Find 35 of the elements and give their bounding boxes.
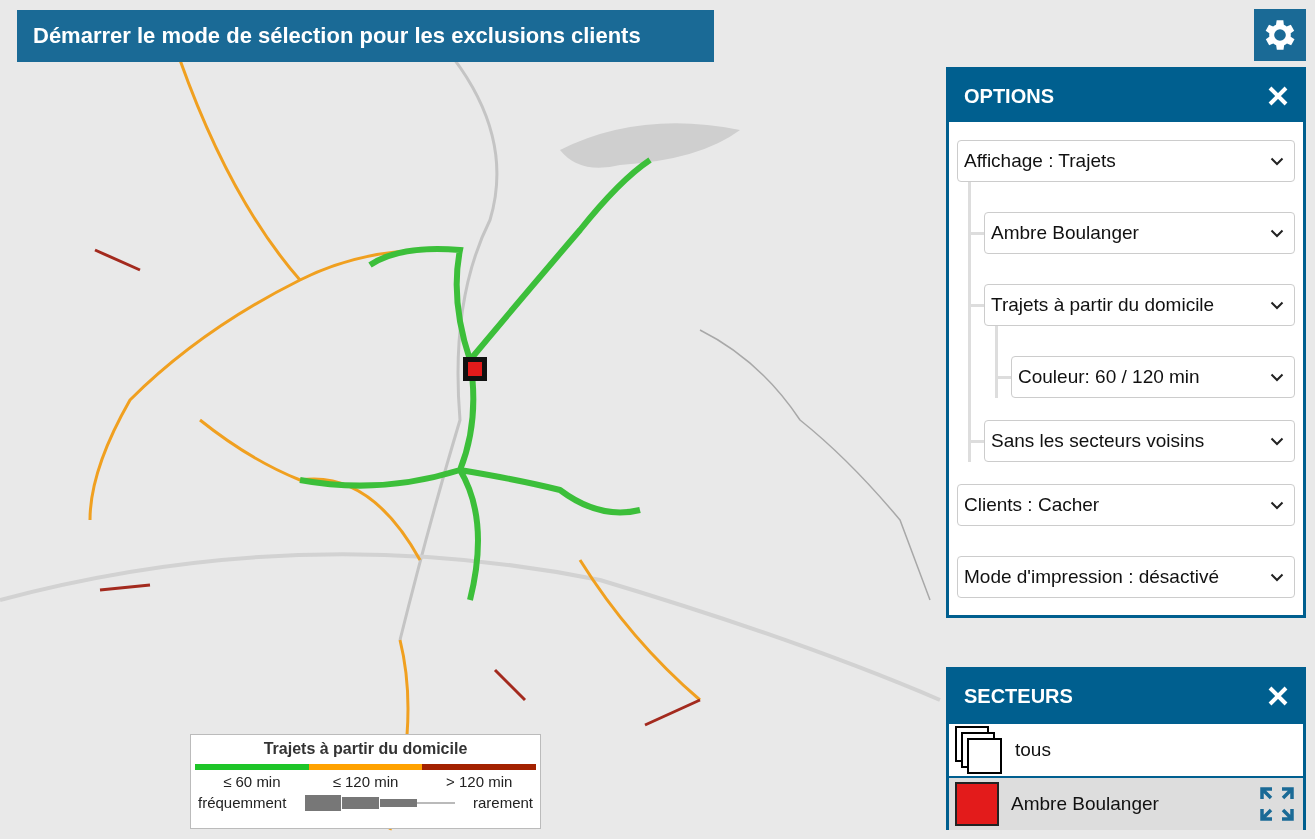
- dropdown[interactable]: Ambre Boulanger: [984, 212, 1295, 254]
- chevron-icon: [1270, 372, 1284, 382]
- close-button[interactable]: [1267, 685, 1289, 707]
- close-icon: [1267, 85, 1289, 107]
- sector-row[interactable]: tous: [949, 722, 1303, 776]
- dropdown[interactable]: Couleur: 60 / 120 min: [1011, 356, 1295, 398]
- dropdown[interactable]: Clients : Cacher: [957, 484, 1295, 526]
- close-button[interactable]: [1267, 85, 1289, 107]
- settings-button[interactable]: [1254, 9, 1306, 61]
- selection-mode-button[interactable]: Démarrer le mode de sélection pour les exclusions clients: [17, 10, 714, 62]
- close-icon: [1267, 685, 1289, 707]
- dropdown[interactable]: Mode d'impression : désactivé: [957, 556, 1295, 598]
- chevron-icon: [1270, 300, 1284, 310]
- legend-title: Trajets à partir du domicile: [262, 740, 469, 758]
- sector-label: Ambre Boulanger: [1011, 793, 1160, 815]
- legend-label: ≤ 60 min: [223, 773, 281, 790]
- dropdown[interactable]: Trajets à partir du domicile: [984, 284, 1295, 326]
- chevron-icon: [1270, 500, 1284, 510]
- chevron-icon: [1270, 156, 1284, 166]
- line-width-scale-icon: [304, 794, 455, 811]
- dropdown[interactable]: Sans les secteurs voisins: [984, 420, 1295, 462]
- dropdown[interactable]: Affichage : Trajets: [957, 140, 1295, 182]
- chevron-icon: [1270, 228, 1284, 238]
- stacked-squares-icon: [955, 726, 1003, 774]
- chevron-icon: [1270, 572, 1284, 582]
- sector-label: tous: [1015, 739, 1052, 761]
- legend-label: rarement: [472, 794, 533, 811]
- sector-row[interactable]: Ambre Boulanger: [949, 776, 1303, 830]
- panel-title: SECTEURS: [964, 684, 1073, 708]
- legend-label: fréquemment: [198, 794, 287, 811]
- expand-icon[interactable]: [1259, 786, 1295, 822]
- panel-title: OPTIONS: [964, 84, 1054, 108]
- legend-label: ≤ 120 min: [332, 773, 399, 790]
- chevron-icon: [1270, 436, 1284, 446]
- legend-label: > 120 min: [446, 773, 513, 790]
